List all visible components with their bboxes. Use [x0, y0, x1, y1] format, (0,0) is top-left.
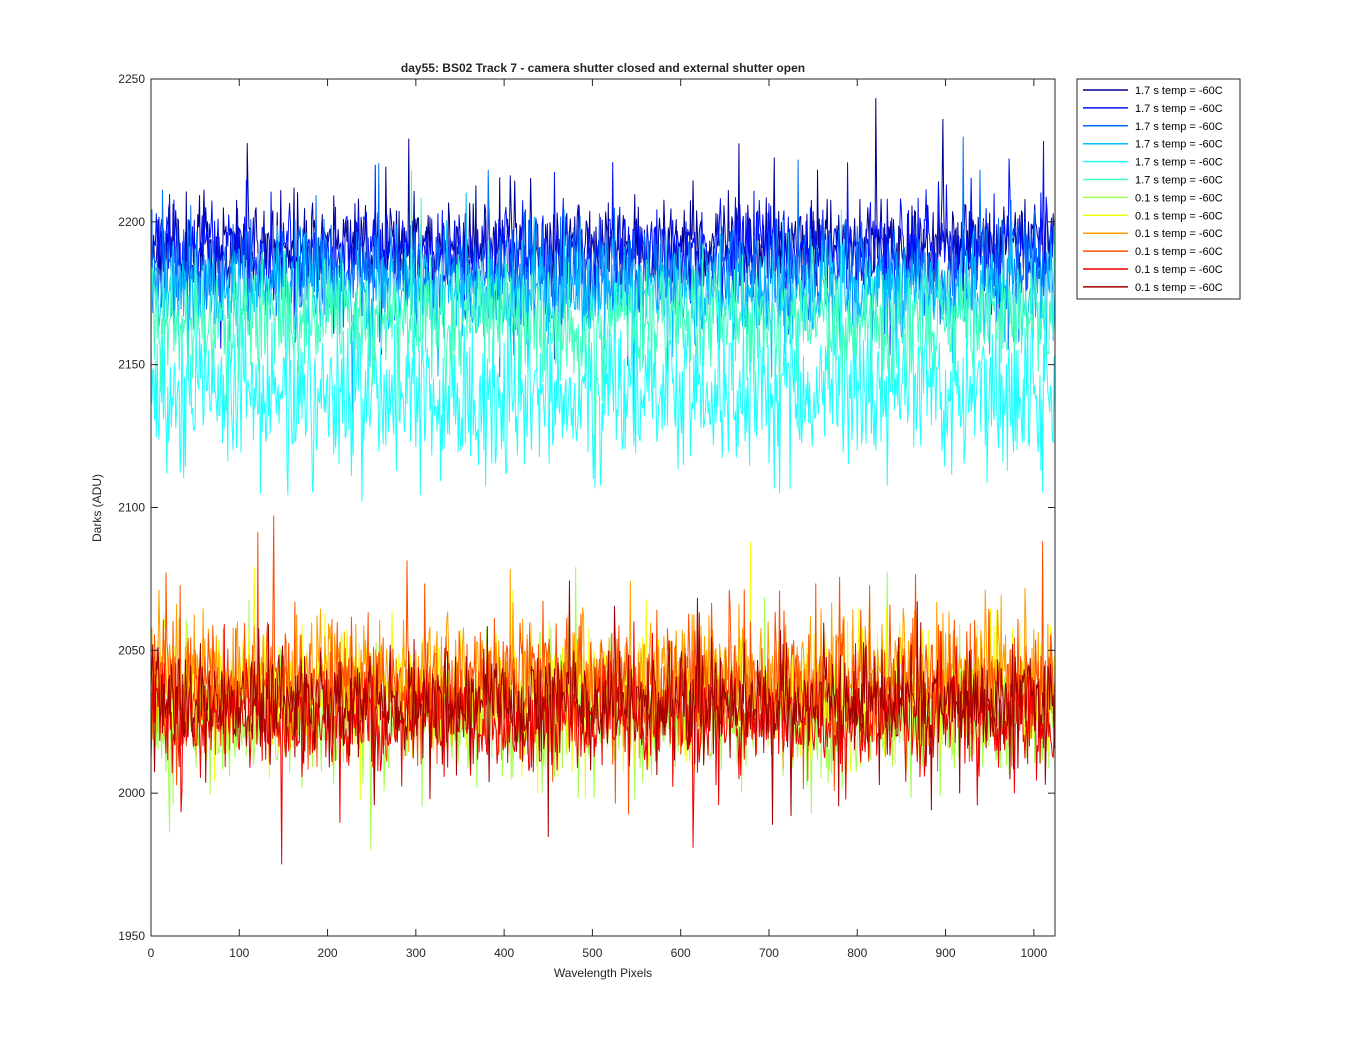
y-tick-label: 2050 [118, 643, 145, 657]
x-tick-label: 700 [759, 946, 779, 960]
plot-area [150, 78, 1056, 937]
x-tick-label: 400 [494, 946, 514, 960]
plot-background [151, 79, 1055, 936]
legend-entry-6: 1.7 s temp = -60C [1135, 175, 1223, 187]
x-tick-label: 500 [582, 946, 602, 960]
legend-entry-5: 1.7 s temp = -60C [1135, 157, 1223, 169]
y-tick-label: 2000 [118, 786, 145, 800]
chart-title: day55: BS02 Track 7 - camera shutter clo… [401, 61, 805, 75]
x-tick-label: 100 [229, 946, 249, 960]
legend: 1.7 s temp = -60C 1.7 s temp = -60C 1.7 s … [1076, 78, 1241, 300]
legend-entry-7: 0.1 s temp = -60C [1135, 192, 1223, 204]
y-tick-label: 2100 [118, 501, 145, 515]
y-tick-label: 2250 [118, 72, 145, 86]
legend-entry-2: 1.7 s temp = -60C [1135, 103, 1223, 115]
legend-entry-12: 0.1 s temp = -60C [1135, 282, 1223, 294]
legend-entry-8: 0.1 s temp = -60C [1135, 210, 1223, 222]
x-tick-label: 200 [318, 946, 338, 960]
y-tick-label: 1950 [118, 929, 145, 943]
x-tick-label: 800 [847, 946, 867, 960]
chart-figure: day55: BS02 Track 7 - camera shutter clo… [0, 0, 1350, 1050]
legend-entry-10: 0.1 s temp = -60C [1135, 246, 1223, 258]
y-tick-label: 2200 [118, 215, 145, 229]
x-tick-label: 1000 [1020, 946, 1047, 960]
x-tick-label: 600 [671, 946, 691, 960]
y-axis-label: Darks (ADU) [90, 474, 104, 542]
legend-entry-11: 0.1 s temp = -60C [1135, 264, 1223, 276]
x-tick-label: 0 [148, 946, 155, 960]
x-tick-label: 900 [936, 946, 956, 960]
x-axis-label: Wavelength Pixels [554, 966, 652, 980]
y-tick-label: 2150 [118, 358, 145, 372]
legend-entry-1: 1.7 s temp = -60C [1135, 85, 1223, 97]
legend-entry-4: 1.7 s temp = -60C [1135, 139, 1223, 151]
x-tick-label: 300 [406, 946, 426, 960]
legend-entry-3: 1.7 s temp = -60C [1135, 121, 1223, 133]
legend-entry-9: 0.1 s temp = -60C [1135, 228, 1223, 240]
